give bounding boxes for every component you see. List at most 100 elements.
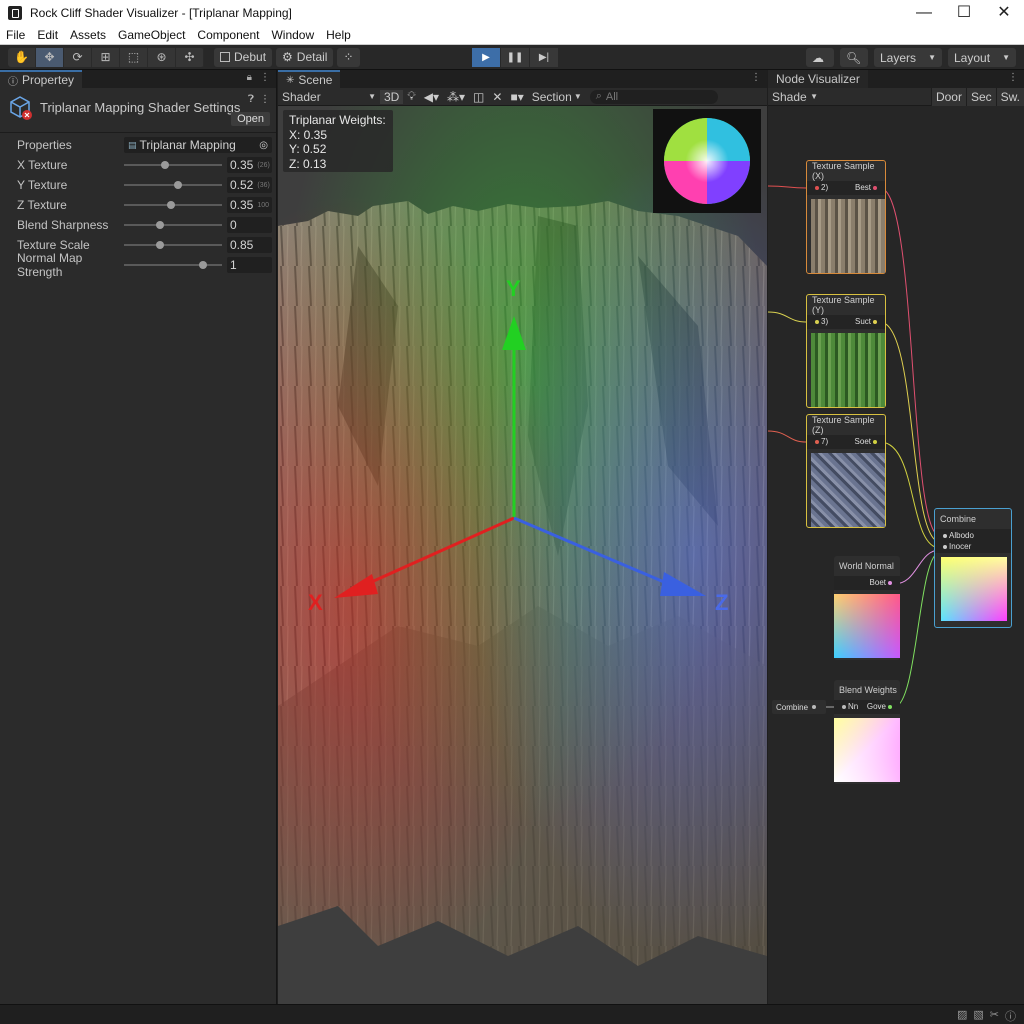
status-help-icon[interactable]: ⓘ bbox=[1005, 1008, 1016, 1024]
help-icon[interactable]: ❓︎ bbox=[248, 94, 254, 105]
menu-file[interactable]: File bbox=[0, 28, 31, 42]
rotate-tool-icon[interactable]: ⟳ bbox=[64, 47, 92, 67]
input-port[interactable]: 7) bbox=[813, 437, 828, 446]
input-port[interactable]: Albodo bbox=[941, 531, 974, 540]
transform-tool-icon[interactable]: ⊛ bbox=[148, 47, 176, 67]
more-icon[interactable]: ⋮ bbox=[751, 72, 761, 83]
open-button[interactable]: Open bbox=[231, 112, 270, 126]
hidden-icon[interactable]: ◫ bbox=[469, 90, 488, 104]
camera-icon[interactable]: ■▾ bbox=[506, 90, 527, 104]
input-port[interactable]: Inocer bbox=[941, 542, 971, 551]
more-icon[interactable]: ⋮ bbox=[260, 94, 270, 105]
slider-thumb[interactable] bbox=[156, 221, 165, 229]
tab-scene[interactable]: ✳ Scene bbox=[278, 70, 341, 88]
output-port[interactable]: Gove bbox=[867, 702, 894, 711]
cloud-icon[interactable]: ☁ bbox=[806, 48, 834, 67]
shade-dropdown[interactable]: Shade ▼ bbox=[768, 89, 822, 104]
menu-edit[interactable]: Edit bbox=[31, 28, 64, 42]
more-icon[interactable]: ⋮ bbox=[260, 72, 270, 83]
node-world-normal[interactable]: World Normal Boet bbox=[834, 556, 900, 660]
property-slider[interactable] bbox=[124, 241, 222, 249]
door-button[interactable]: Door bbox=[930, 87, 966, 106]
lighting-icon[interactable]: 💡︎ bbox=[403, 89, 419, 104]
output-port[interactable]: Soet bbox=[855, 437, 879, 446]
output-port[interactable]: Suct bbox=[855, 317, 879, 326]
property-slider[interactable] bbox=[124, 161, 222, 169]
play-button[interactable]: ▶ bbox=[472, 48, 500, 67]
slider-thumb[interactable] bbox=[199, 261, 208, 269]
status-tools-icon[interactable]: ✂ bbox=[990, 1008, 999, 1024]
menu-help[interactable]: Help bbox=[320, 28, 357, 42]
audio-icon[interactable]: ◀▾ bbox=[420, 90, 443, 104]
close-button[interactable]: ✕ bbox=[984, 0, 1024, 26]
sec-button[interactable]: Sec bbox=[965, 87, 996, 106]
slider-thumb[interactable] bbox=[173, 181, 182, 189]
node-combine[interactable]: Combine Albodo Inocer bbox=[934, 508, 1012, 628]
normal-sphere-gizmo[interactable] bbox=[653, 109, 761, 213]
scene-search-input[interactable]: ⌕ All bbox=[589, 89, 718, 104]
input-port[interactable]: Nn bbox=[840, 702, 858, 711]
property-value: 0.35 bbox=[230, 158, 254, 172]
more-icon[interactable]: ⋮ bbox=[1008, 72, 1018, 83]
property-slider[interactable] bbox=[124, 181, 222, 189]
mode-3d-button[interactable]: 3D bbox=[380, 89, 404, 104]
property-slider[interactable] bbox=[124, 221, 222, 229]
layout-dropdown[interactable]: Layout ▼ bbox=[948, 48, 1016, 67]
layers-dropdown[interactable]: Layers ▼ bbox=[874, 48, 942, 67]
snap-icon[interactable]: ⁘ bbox=[337, 47, 360, 67]
combine-input-tag[interactable]: Combine bbox=[772, 700, 826, 714]
slider-thumb[interactable] bbox=[167, 201, 176, 209]
menu-window[interactable]: Window bbox=[265, 28, 320, 42]
output-port[interactable]: Boet bbox=[870, 578, 894, 587]
target-icon[interactable]: ◎ bbox=[259, 140, 268, 151]
hand-tool-icon[interactable]: ✋ bbox=[8, 47, 36, 67]
lock-icon[interactable]: 🔒︎ bbox=[247, 72, 252, 83]
step-button[interactable]: ▶| bbox=[530, 48, 558, 67]
maximize-button[interactable]: ☐ bbox=[944, 0, 984, 26]
move-tool-icon[interactable]: ✥ bbox=[36, 47, 64, 67]
gizmo-toggle-icon[interactable]: ✕ bbox=[488, 90, 506, 104]
tab-node-visualizer[interactable]: Node Visualizer bbox=[768, 70, 868, 88]
sw-button[interactable]: Sw. bbox=[995, 87, 1024, 106]
slider-thumb[interactable] bbox=[156, 241, 165, 249]
output-port[interactable]: Best bbox=[855, 183, 879, 192]
debug-button[interactable]: Debut bbox=[214, 47, 273, 67]
menu-assets[interactable]: Assets bbox=[64, 28, 112, 42]
pause-button[interactable]: ❚❚ bbox=[501, 48, 529, 67]
menu-component[interactable]: Component bbox=[191, 28, 265, 42]
tab-properties[interactable]: ⓘ Propertey bbox=[0, 70, 83, 88]
search-icon[interactable]: 🔍︎ bbox=[840, 48, 868, 67]
property-value-field[interactable]: 0 bbox=[227, 217, 272, 233]
property-slider[interactable] bbox=[124, 201, 222, 209]
property-value-field[interactable]: 0.85 bbox=[227, 237, 272, 253]
node-title: Combine bbox=[940, 514, 977, 524]
detail-button[interactable]: ⚙ Detail bbox=[276, 47, 334, 67]
slider-thumb[interactable] bbox=[161, 161, 170, 169]
property-value-field[interactable]: 1 bbox=[227, 257, 272, 273]
rect-tool-icon[interactable]: ⬚ bbox=[120, 47, 148, 67]
shader-dropdown[interactable]: Shader ▼ bbox=[278, 89, 380, 104]
node-texture-z[interactable]: Texture Sample (Z) 7) Soet bbox=[806, 414, 886, 528]
node-texture-y[interactable]: Texture Sample (Y) 3) Suct bbox=[806, 294, 886, 408]
scene-tabbar: ✳ Scene ⋮ bbox=[278, 70, 767, 88]
menu-gameobject[interactable]: GameObject bbox=[112, 28, 191, 42]
property-value-field[interactable]: 0.35 (26) bbox=[227, 157, 272, 173]
property-value: 0 bbox=[230, 218, 237, 232]
property-value-field[interactable]: 0.52 (36) bbox=[227, 177, 272, 193]
custom-tool-icon[interactable]: ✣ bbox=[176, 47, 204, 67]
minimize-button[interactable]: — bbox=[904, 0, 944, 26]
node-texture-x[interactable]: Texture Sample (X) 2) Best bbox=[806, 160, 886, 274]
fx-icon[interactable]: ⁂▾ bbox=[443, 90, 469, 104]
input-port[interactable]: 2) bbox=[813, 183, 828, 192]
property-slider[interactable] bbox=[124, 261, 222, 269]
status-layers-icon[interactable]: ▧ bbox=[973, 1008, 983, 1024]
input-port[interactable]: 3) bbox=[813, 317, 828, 326]
scene-viewport[interactable]: Y X Z Triplanar Weights: X: 0.35 Y: 0.52… bbox=[278, 106, 767, 1004]
node-graph[interactable]: Texture Sample (X) 2) Best Texture Sampl… bbox=[768, 106, 1024, 1004]
shader-field[interactable]: ▤ Triplanar Mapping ◎ bbox=[124, 137, 272, 153]
node-blend-weights[interactable]: Blend Weights Nn Gove bbox=[834, 680, 900, 784]
section-dropdown[interactable]: Section ▼ bbox=[527, 89, 586, 104]
status-grid-icon[interactable]: ▨ bbox=[957, 1008, 967, 1024]
scale-tool-icon[interactable]: ⊞ bbox=[92, 47, 120, 67]
property-value-field[interactable]: 0.35 100 bbox=[227, 197, 272, 213]
